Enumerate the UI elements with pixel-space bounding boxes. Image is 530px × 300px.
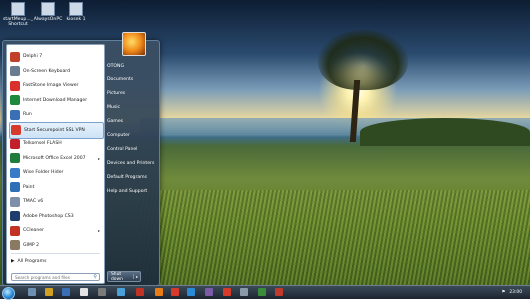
- taskbar-app-icon[interactable]: [275, 288, 283, 296]
- all-programs-label: All Programs: [17, 259, 47, 264]
- photoshop-icon: [10, 211, 20, 221]
- program-item[interactable]: GIMP 2: [9, 238, 102, 253]
- gimp-icon: [10, 240, 20, 250]
- keyboard-icon: [10, 66, 20, 76]
- taskbar-app-icon[interactable]: [240, 288, 248, 296]
- vpn-icon: [11, 125, 21, 135]
- submenu-arrow-icon[interactable]: ▸: [98, 228, 100, 233]
- program-item[interactable]: CCleaner ▸: [9, 223, 102, 238]
- taskbar-app-icon[interactable]: [171, 288, 179, 296]
- triangle-right-icon: ▶: [11, 259, 15, 264]
- system-tray: ⚑ 23:00: [501, 286, 530, 299]
- program-item[interactable]: Microsoft Office Excel 2007 ▸: [9, 151, 102, 166]
- place-help-and-support[interactable]: Help and Support: [107, 189, 147, 194]
- desktop-icon-label: kiosek 1: [66, 17, 86, 22]
- place-games[interactable]: Games: [107, 119, 123, 124]
- image-viewer-icon: [10, 80, 20, 91]
- taskbar-app-icon[interactable]: [136, 288, 144, 296]
- wallpaper-tree-crown: [318, 30, 408, 90]
- program-label: Internet Download Manager: [23, 97, 88, 103]
- search-placeholder: Search programs and files: [15, 274, 70, 280]
- place-user-name[interactable]: OTONG: [107, 64, 124, 69]
- program-label: Delphi 7: [23, 54, 43, 59]
- program-label: Microsoft Office Excel 2007: [23, 155, 86, 161]
- start-menu-places-pane: OTONG Documents Pictures Music Games Com…: [105, 32, 157, 282]
- clock[interactable]: 23:00: [505, 290, 530, 295]
- application-icon: [69, 2, 83, 16]
- taskbar-app-icon[interactable]: [117, 288, 125, 296]
- shut-down-label: Shut down: [111, 271, 123, 282]
- taskbar-app-icon[interactable]: [205, 288, 213, 296]
- program-label: Paint: [23, 184, 35, 190]
- program-label: FastStone Image Viewer: [23, 83, 79, 88]
- shut-down-button[interactable]: Shut down ▸: [107, 271, 141, 282]
- program-label: GIMP 2: [23, 242, 40, 248]
- user-avatar[interactable]: [122, 32, 146, 56]
- program-label: Adobe Photoshop CS3: [23, 213, 74, 219]
- taskbar-app-icon[interactable]: [28, 288, 36, 296]
- program-item[interactable]: Internet Download Manager: [9, 93, 102, 108]
- all-programs-button[interactable]: ▶ All Programs: [11, 259, 46, 264]
- program-label: Start Securepoint SSL VPN: [24, 127, 85, 133]
- taskbar-app-icon[interactable]: [155, 288, 163, 296]
- taskbar-app-icon[interactable]: [45, 288, 53, 296]
- taskbar: ⚑ 23:00: [0, 285, 530, 300]
- shortcut-icon: [11, 2, 25, 16]
- program-label: TMAC v6: [23, 199, 44, 204]
- desktop-icon-kiosek[interactable]: kiosek 1: [58, 2, 94, 22]
- wallpaper-hill: [360, 118, 530, 146]
- excel-icon: [10, 153, 20, 163]
- start-search-input[interactable]: Search programs and files ⚲: [11, 273, 100, 281]
- program-item[interactable]: On-Screen Keyboard: [9, 64, 102, 79]
- start-menu: Delphi 7 On-Screen Keyboard FastStone Imag…: [2, 32, 160, 286]
- place-pictures[interactable]: Pictures: [107, 91, 125, 96]
- download-icon: [10, 95, 20, 105]
- taskbar-app-icon[interactable]: [187, 288, 195, 296]
- submenu-arrow-icon[interactable]: ▸: [98, 156, 100, 161]
- taskbar-app-icon[interactable]: [258, 288, 266, 296]
- taskbar-app-icon[interactable]: [62, 288, 70, 296]
- run-icon: [10, 109, 20, 120]
- search-icon: ⚲: [93, 274, 97, 280]
- start-button[interactable]: [2, 287, 15, 300]
- place-default-programs[interactable]: Default Programs: [107, 175, 147, 180]
- program-label: Wise Folder Hider: [23, 170, 64, 175]
- program-item[interactable]: Delphi 7: [9, 49, 102, 64]
- place-devices-and-printers[interactable]: Devices and Printers: [107, 161, 154, 166]
- program-item[interactable]: Paint: [9, 180, 102, 195]
- wallpaper-grass: [140, 190, 530, 285]
- place-computer[interactable]: Computer: [107, 133, 130, 138]
- program-label: Run: [23, 112, 32, 117]
- paint-icon: [10, 182, 20, 192]
- taskbar-app-icon[interactable]: [98, 288, 106, 296]
- program-label: CCleaner: [23, 228, 44, 233]
- place-documents[interactable]: Documents: [107, 77, 133, 82]
- tmac-icon: [10, 196, 20, 207]
- program-item[interactable]: Adobe Photoshop CS3: [9, 209, 102, 224]
- program-item[interactable]: Run: [9, 107, 102, 122]
- folder-hider-icon: [10, 167, 20, 178]
- chevron-right-icon[interactable]: ▸: [132, 274, 140, 279]
- program-label: Telkomsel FLASH: [23, 141, 62, 146]
- taskbar-app-icon[interactable]: [80, 288, 88, 296]
- ccleaner-icon: [10, 225, 20, 236]
- program-item[interactable]: Telkomsel FLASH: [9, 136, 102, 151]
- program-label: On-Screen Keyboard: [23, 68, 71, 74]
- program-item[interactable]: TMAC v6: [9, 194, 102, 209]
- flash-icon: [10, 138, 20, 149]
- programs-separator: [11, 253, 100, 254]
- place-music[interactable]: Music: [107, 105, 120, 110]
- application-icon: [41, 2, 55, 16]
- place-control-panel[interactable]: Control Panel: [107, 147, 137, 152]
- program-item[interactable]: Wise Folder Hider: [9, 165, 102, 180]
- program-item[interactable]: FastStone Image Viewer: [9, 78, 102, 93]
- taskbar-app-icon[interactable]: [223, 288, 231, 296]
- start-menu-programs-pane: Delphi 7 On-Screen Keyboard FastStone Imag…: [6, 44, 105, 284]
- delphi-icon: [10, 51, 20, 62]
